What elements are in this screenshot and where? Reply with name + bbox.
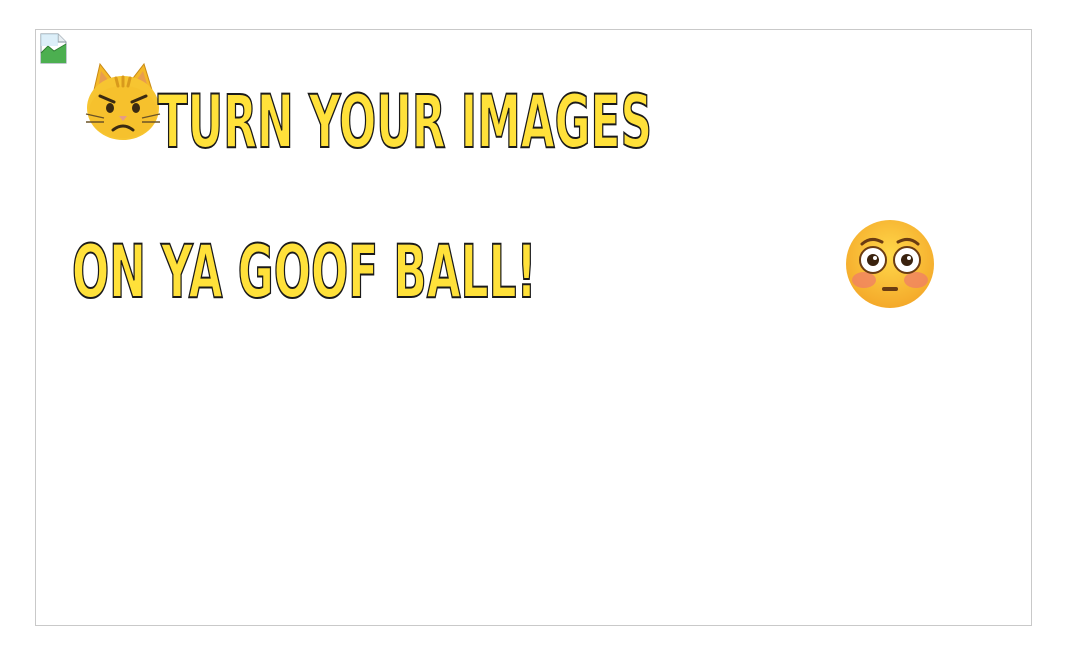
headline-line-1-text: TURN YOUR IMAGES <box>157 79 653 166</box>
content-frame: TURN YOUR IMAGES ON YA GOOF BALL! <box>35 29 1032 626</box>
broken-image-icon <box>40 33 67 64</box>
headline-line-2-text: ON YA GOOF BALL! <box>71 229 537 316</box>
headline: TURN YOUR IMAGES ON YA GOOF BALL! <box>71 48 1026 348</box>
headline-line-1: TURN YOUR IMAGES <box>72 48 1026 198</box>
headline-line-2: ON YA GOOF BALL! <box>71 198 1026 348</box>
